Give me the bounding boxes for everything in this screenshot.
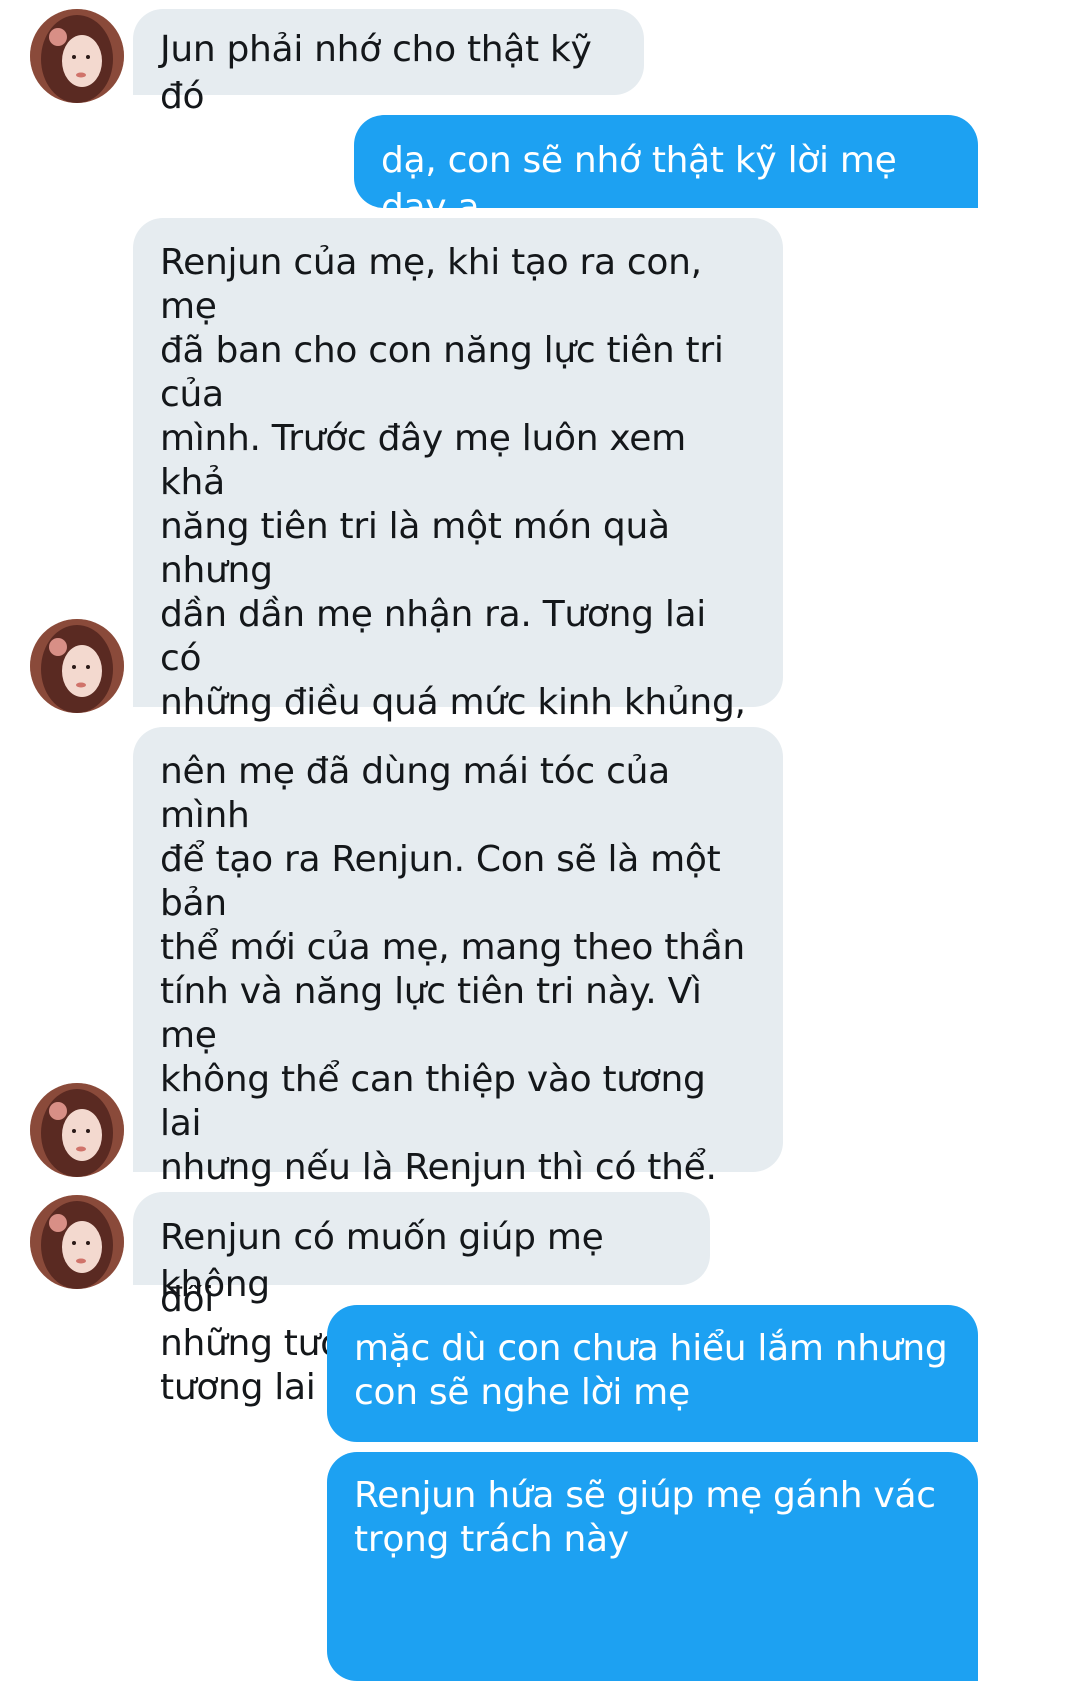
avatar[interactable] bbox=[30, 619, 124, 713]
message-bubble-outgoing[interactable]: mặc dù con chưa hiểu lắm nhưng con sẽ ng… bbox=[327, 1305, 978, 1442]
message-bubble-outgoing[interactable]: dạ, con sẽ nhớ thật kỹ lời mẹ dạy ạ bbox=[354, 115, 978, 228]
message-bubble-incoming[interactable]: Jun phải nhớ cho thật kỹ đó bbox=[133, 9, 644, 117]
avatar-photo bbox=[30, 9, 124, 103]
message-bubble-incoming[interactable]: nên mẹ đã dùng mái tóc của mình để tạo r… bbox=[133, 727, 783, 1408]
avatar[interactable] bbox=[30, 1083, 124, 1177]
message-bubble-incoming[interactable]: Renjun của mẹ, khi tạo ra con, mẹ đã ban… bbox=[133, 218, 783, 899]
avatar-photo bbox=[30, 1083, 124, 1177]
message-bubble-incoming[interactable]: Renjun có muốn giúp mẹ không bbox=[133, 1192, 710, 1305]
avatar[interactable] bbox=[30, 9, 124, 103]
avatar-photo bbox=[30, 1195, 124, 1289]
avatar-photo bbox=[30, 619, 124, 713]
message-bubble-outgoing[interactable]: Renjun hứa sẽ giúp mẹ gánh vác trọng trá… bbox=[327, 1452, 978, 1681]
avatar[interactable] bbox=[30, 1195, 124, 1289]
